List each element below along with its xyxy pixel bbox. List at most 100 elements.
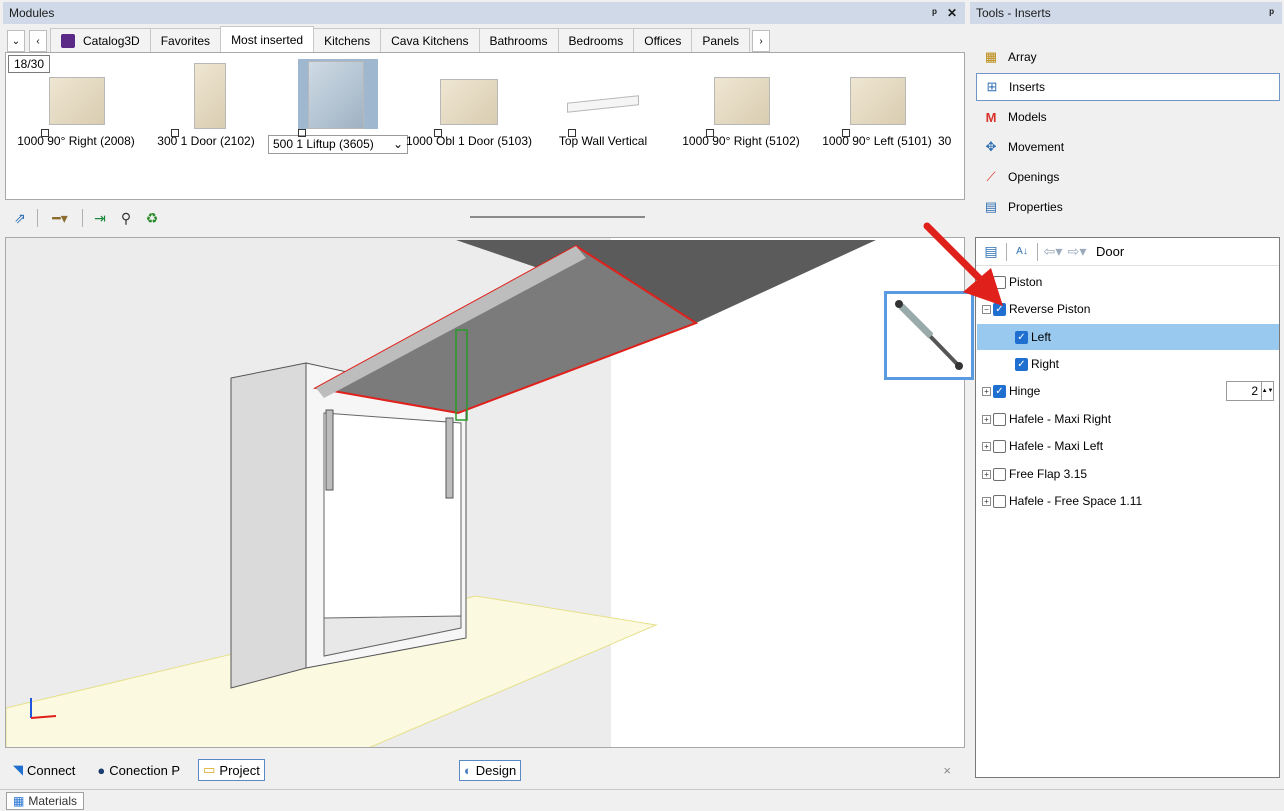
expand-icon[interactable]: +	[982, 386, 991, 396]
tab-project[interactable]: ▭ Project	[198, 759, 265, 781]
item-label: 500 1 Liftup (3605)	[273, 137, 374, 151]
shortcut-icon	[298, 129, 306, 137]
item-variant-dropdown[interactable]: 500 1 Liftup (3605) ⌄	[268, 135, 408, 154]
catalog-item[interactable]: 1000 90° Right (2008)	[11, 59, 141, 148]
tool-label: Openings	[1008, 170, 1060, 184]
recycle-icon[interactable]: ♻	[143, 209, 161, 227]
forward-arrow-icon[interactable]: ⇨▾	[1068, 243, 1087, 261]
tree-node-reverse-piston[interactable]: − ✓ Reverse Piston	[982, 296, 1278, 322]
stepper-arrows-icon[interactable]: ▲▼	[1261, 382, 1273, 400]
item-label: 1000 90° Right (5102)	[682, 134, 800, 148]
expand-icon[interactable]: +	[982, 469, 991, 479]
tools-title-text: Tools - Inserts	[976, 6, 1051, 20]
pin-icon[interactable]: ᵖ	[932, 6, 937, 20]
tab-kitchens[interactable]: Kitchens	[313, 28, 382, 52]
node-label: Reverse Piston	[1009, 302, 1091, 316]
catalog-item[interactable]: Top Wall Vertical	[538, 59, 668, 148]
tool-label: Inserts	[1009, 80, 1046, 94]
catalog-item[interactable]: 300 1 Door (2102)	[141, 59, 271, 148]
checkbox-checked[interactable]: ✓	[1015, 330, 1028, 344]
back-arrow-icon[interactable]: ⇦▾	[1044, 243, 1063, 261]
checkbox[interactable]	[993, 439, 1006, 453]
stairs-icon[interactable]: ⇗	[11, 209, 29, 227]
checkbox-checked[interactable]: ✓	[993, 384, 1006, 398]
node-label: Free Flap 3.15	[1009, 467, 1088, 481]
tab-label: Catalog3D	[83, 33, 140, 48]
expand-icon[interactable]: +	[982, 441, 991, 451]
toolbar-separator	[37, 209, 38, 227]
item-thumbnail	[938, 59, 964, 129]
tab-most-inserted[interactable]: Most inserted	[220, 26, 315, 52]
binoculars-icon[interactable]: ⚲	[117, 209, 135, 227]
import-icon[interactable]: ⇥	[91, 209, 109, 227]
tab-favorites[interactable]: Favorites	[149, 28, 222, 52]
tool-label: Models	[1008, 110, 1047, 124]
tool-openings[interactable]: ⟋ Openings	[976, 163, 1280, 191]
tab-panels[interactable]: Panels	[691, 28, 751, 52]
tab-conection-p[interactable]: ● Conection P	[93, 761, 184, 780]
tabs-scroll-left-button[interactable]: ‹	[29, 30, 47, 52]
checkbox[interactable]	[993, 412, 1006, 426]
tab-catalog3d[interactable]: Catalog3D	[50, 28, 151, 52]
tool-models[interactable]: M Models	[976, 103, 1280, 131]
expand-icon[interactable]: +	[982, 414, 991, 424]
tool-movement[interactable]: ✥ Movement	[976, 133, 1280, 161]
close-icon[interactable]: ✕	[947, 6, 957, 20]
catalog-item[interactable]: 1000 90° Right (5102)	[676, 59, 806, 148]
line-style-icon[interactable]: ━▾	[46, 209, 74, 227]
tab-label: Cava Kitchens	[391, 33, 469, 48]
pin-icon[interactable]: ᵖ	[1269, 6, 1274, 20]
tab-label: Materials	[28, 794, 78, 808]
shortcut-icon	[842, 129, 850, 137]
item-label: 1000 90° Right (2008)	[17, 134, 135, 148]
tool-properties[interactable]: ▤ Properties	[976, 193, 1280, 221]
materials-tab[interactable]: ▦ Materials	[6, 792, 85, 810]
tool-label: Properties	[1008, 200, 1063, 214]
viewport-toolbar: ⇗ ━▾ ⇥ ⚲ ♻	[3, 203, 965, 233]
property-grid-toolbar: ▤ A↓ ⇦▾ ⇨▾ Door	[976, 238, 1279, 266]
stepper-value: 2	[1251, 384, 1258, 398]
tab-cava-kitchens[interactable]: Cava Kitchens	[380, 28, 480, 52]
tab-connect[interactable]: ◥ Connect	[9, 760, 79, 780]
expand-icon[interactable]: +	[982, 496, 991, 506]
folder-icon: ▭	[203, 762, 216, 777]
tab-bathrooms[interactable]: Bathrooms	[478, 28, 559, 52]
tree-node-hafele-maxi-left[interactable]: + Hafele - Maxi Left	[982, 433, 1278, 459]
tab-offices[interactable]: Offices	[633, 28, 693, 52]
models-icon: M	[985, 109, 997, 125]
catalog-items-view: 18/30 1000 90° Right (2008) 300 1 Door (…	[5, 52, 965, 200]
sort-alpha-icon[interactable]: A↓	[1013, 243, 1031, 261]
checkbox[interactable]	[993, 494, 1006, 508]
tree-node-hafele-maxi-right[interactable]: + Hafele - Maxi Right	[982, 406, 1278, 432]
tree-node-left[interactable]: ✓ Left	[977, 324, 1279, 350]
breadcrumb: Door	[1096, 244, 1125, 259]
shortcut-icon	[434, 129, 442, 137]
3d-viewport[interactable]	[5, 237, 965, 748]
catalog-item[interactable]: 1000 Obl 1 Door (5103)	[404, 59, 534, 148]
chevron-right-icon: ›	[759, 35, 763, 47]
tab-label: Favorites	[160, 33, 211, 48]
tab-design[interactable]: ◐ Design	[458, 759, 522, 781]
tool-inserts[interactable]: ⊞ Inserts	[976, 73, 1280, 101]
tree-node-right[interactable]: ✓ Right	[1015, 351, 1275, 377]
catalog-item-selected[interactable]: 500 1 Liftup (3605) ⌄	[268, 59, 408, 154]
item-thumbnail	[298, 59, 378, 129]
tool-array[interactable]: ▦ Array	[976, 43, 1280, 71]
toolbar-separator	[1037, 242, 1038, 261]
splitter-grip[interactable]	[470, 216, 645, 218]
item-thumbnail	[842, 59, 912, 129]
node-label: Hafele - Maxi Right	[1009, 412, 1112, 426]
close-icon[interactable]: ×	[943, 763, 951, 778]
tree-node-free-flap[interactable]: + Free Flap 3.15	[982, 461, 1278, 487]
hinge-count-stepper[interactable]: 2 ▲▼	[1226, 381, 1274, 401]
catalog-item-partial[interactable]: 30	[938, 59, 964, 148]
tabs-scroll-right-button[interactable]: ›	[752, 30, 771, 52]
tree-node-hinge[interactable]: + ✓ Hinge 2 ▲▼	[982, 378, 1278, 404]
tabs-dropdown-button[interactable]: ⌄	[7, 30, 25, 52]
catalog-item[interactable]: 1000 90° Left (5101)	[812, 59, 942, 148]
tree-node-hafele-free-space[interactable]: + Hafele - Free Space 1.11	[982, 488, 1278, 514]
checkbox-checked[interactable]: ✓	[1015, 357, 1028, 371]
tree-node-piston[interactable]: + Piston	[982, 269, 1278, 295]
checkbox[interactable]	[993, 467, 1006, 481]
tab-bedrooms[interactable]: Bedrooms	[557, 28, 635, 52]
